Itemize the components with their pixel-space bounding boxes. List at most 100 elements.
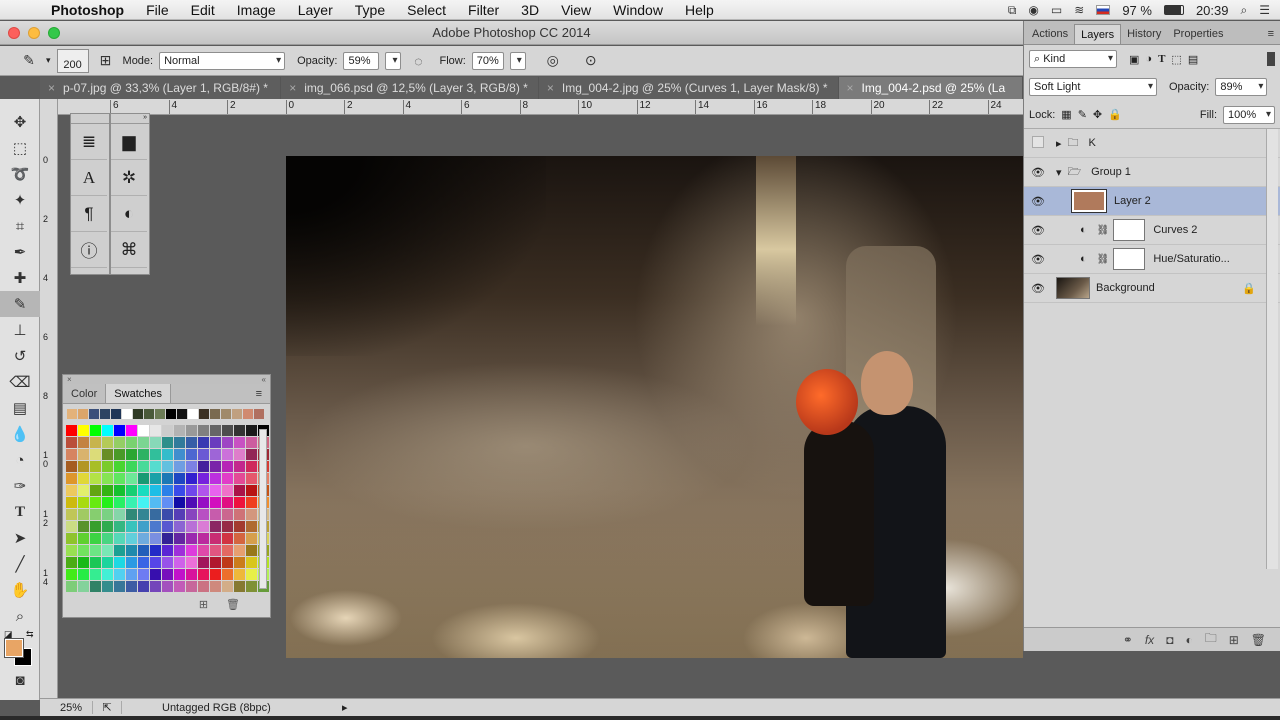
swatch[interactable] (174, 533, 185, 544)
swatch[interactable] (114, 521, 125, 532)
swatch[interactable] (174, 569, 185, 580)
quick-mask-icon[interactable]: ◙ (0, 669, 40, 691)
swatch[interactable] (234, 545, 245, 556)
layer-row-layer-2[interactable]: 👁 Layer 2 (1024, 187, 1280, 216)
paragraph-styles-icon[interactable]: ≣ (71, 124, 107, 160)
flag-icon[interactable] (1096, 5, 1111, 15)
swatch[interactable] (210, 509, 221, 520)
recent-swatch[interactable] (144, 409, 154, 419)
swatch[interactable] (114, 425, 125, 436)
swatch[interactable] (210, 557, 221, 568)
swatch[interactable] (210, 521, 221, 532)
swatch[interactable] (162, 461, 173, 472)
swatch[interactable] (102, 545, 113, 556)
swatch[interactable] (222, 461, 233, 472)
swatch[interactable] (114, 569, 125, 580)
swatch[interactable] (162, 545, 173, 556)
zoom-window-button[interactable] (48, 27, 60, 39)
expand-arrow-icon[interactable]: ▸ (1056, 137, 1062, 150)
swatch[interactable] (186, 437, 197, 448)
foreground-color[interactable] (4, 638, 24, 658)
swatch[interactable] (150, 509, 161, 520)
swatch[interactable] (90, 545, 101, 556)
swatch[interactable] (90, 485, 101, 496)
crop-tool-icon[interactable]: ⌗ (0, 213, 40, 239)
swatch[interactable] (234, 557, 245, 568)
swatch[interactable] (174, 545, 185, 556)
swatch[interactable] (222, 485, 233, 496)
recent-swatch[interactable] (155, 409, 165, 419)
swatch[interactable] (162, 449, 173, 460)
swatch[interactable] (126, 521, 137, 532)
swatch[interactable] (90, 557, 101, 568)
tab-document-2[interactable]: × img_066.psd @ 12,5% (Layer 3, RGB/8) * (281, 77, 539, 99)
swatch[interactable] (150, 425, 161, 436)
swatch[interactable] (150, 581, 161, 592)
brush-size-picker[interactable]: 200 (56, 48, 89, 73)
swatch[interactable] (162, 485, 173, 496)
panel-menu-icon[interactable]: ≡ (1262, 24, 1280, 44)
swatch[interactable] (234, 569, 245, 580)
swatch[interactable] (210, 497, 221, 508)
brush-settings-icon[interactable]: ✲ (111, 160, 147, 196)
pen-tool-icon[interactable]: ✑ (0, 473, 40, 499)
recent-swatch[interactable] (111, 409, 121, 419)
zoom-level[interactable]: 25% (40, 702, 92, 714)
swatch[interactable] (162, 521, 173, 532)
blend-mode-select[interactable]: Soft Light (1029, 78, 1157, 96)
swatch[interactable] (234, 509, 245, 520)
swatch[interactable] (186, 497, 197, 508)
swatch[interactable] (78, 569, 89, 580)
recent-swatch[interactable] (232, 409, 242, 419)
swatch[interactable] (222, 437, 233, 448)
swatch[interactable] (150, 461, 161, 472)
swatch[interactable] (66, 569, 77, 580)
menu-file[interactable]: File (135, 2, 180, 18)
recent-swatch[interactable] (133, 409, 143, 419)
close-tab-icon[interactable]: × (289, 77, 296, 99)
swatch[interactable] (78, 449, 89, 460)
swatch[interactable] (150, 449, 161, 460)
swatch[interactable] (174, 449, 185, 460)
swatch[interactable] (138, 545, 149, 556)
swatch[interactable] (186, 473, 197, 484)
menu-select[interactable]: Select (396, 2, 457, 18)
swatch[interactable] (222, 425, 233, 436)
swatch[interactable] (138, 425, 149, 436)
swatch[interactable] (246, 497, 257, 508)
swatch[interactable] (138, 509, 149, 520)
swatch[interactable] (126, 485, 137, 496)
swatch[interactable] (174, 581, 185, 592)
swatch[interactable] (102, 521, 113, 532)
swatch[interactable] (78, 497, 89, 508)
record-icon[interactable]: ◉ (1028, 3, 1038, 17)
swatch[interactable] (114, 557, 125, 568)
wifi-icon[interactable]: ≋ (1074, 3, 1084, 17)
swatch[interactable] (174, 473, 185, 484)
blur-tool-icon[interactable]: 💧 (0, 421, 40, 447)
brush-tool-icon[interactable]: ✎ (0, 291, 40, 317)
swatch[interactable] (222, 521, 233, 532)
swatch[interactable] (162, 581, 173, 592)
tab-properties[interactable]: Properties (1167, 24, 1229, 44)
new-swatch-icon[interactable]: ⊞ (199, 598, 208, 611)
swatch[interactable] (174, 425, 185, 436)
swatch[interactable] (66, 497, 77, 508)
swatch[interactable] (210, 437, 221, 448)
layer-mask-thumbnail[interactable] (1113, 248, 1146, 270)
swatches-scrollbar[interactable] (259, 429, 267, 589)
swatch[interactable] (210, 473, 221, 484)
document-canvas[interactable] (286, 156, 1023, 658)
swatch[interactable] (198, 509, 209, 520)
recent-swatch[interactable] (78, 409, 88, 419)
eyedropper-tool-icon[interactable]: ✒ (0, 239, 40, 265)
tab-document-1[interactable]: × p-07.jpg @ 33,3% (Layer 1, RGB/8#) * (40, 77, 282, 99)
swatch[interactable] (90, 581, 101, 592)
opacity-field[interactable]: 59% (343, 51, 380, 70)
swatch[interactable] (246, 485, 257, 496)
filter-type-icon[interactable]: T (1158, 53, 1165, 65)
swatch[interactable] (138, 581, 149, 592)
swatch[interactable] (210, 569, 221, 580)
spotlight-search-icon[interactable]: ⌕ (1241, 3, 1248, 18)
recent-swatch[interactable] (199, 409, 209, 419)
